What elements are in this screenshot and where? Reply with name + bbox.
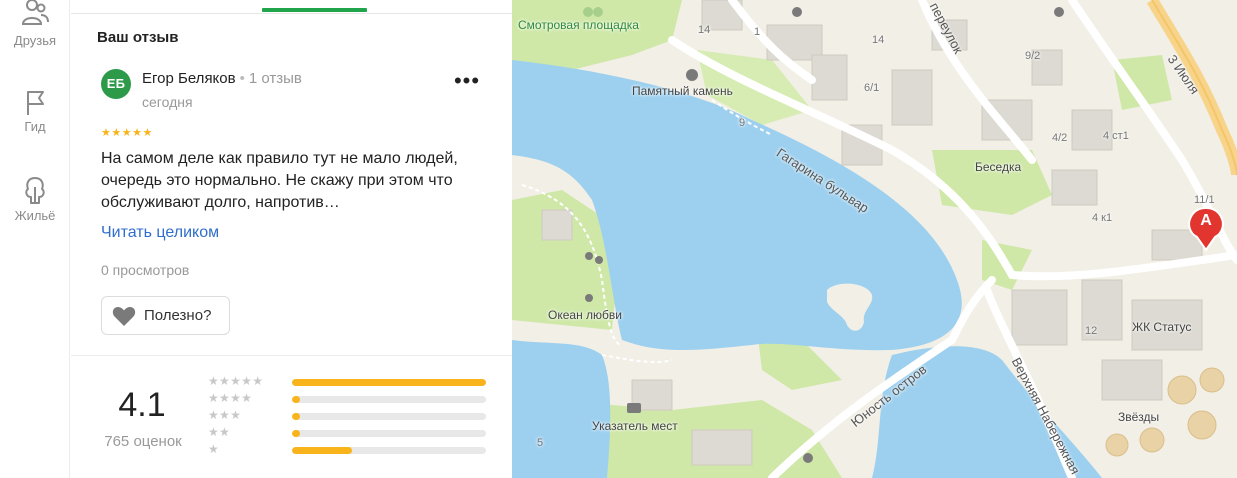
house-number: 14	[698, 24, 711, 36]
flag-icon	[27, 91, 44, 115]
review-panel: Ваш отзыв ЕБ Егор Беляков • 1 отзыв сегодн…	[71, 0, 512, 478]
map[interactable]: Смотровая площадка Памятный камень Гагар…	[512, 0, 1237, 478]
useful-label: Полезно?	[144, 307, 212, 324]
distribution-bar-track	[292, 447, 486, 454]
active-tab-indicator	[262, 8, 367, 12]
map-label-memorial-stone[interactable]: Памятный камень	[632, 84, 733, 98]
rail-item-guide[interactable]: Гид	[0, 90, 70, 134]
rail-item-housing[interactable]: Жильё	[0, 175, 70, 223]
house-number: 9	[739, 117, 746, 129]
review-stars: ★★★★★	[101, 127, 153, 139]
tab-bar	[71, 0, 512, 14]
location-marker[interactable]: A	[1187, 206, 1225, 252]
map-label-viewpoint[interactable]: Смотровая площадка	[518, 18, 639, 32]
distribution-stars: ★★★★	[208, 391, 253, 405]
map-label-zk-status[interactable]: ЖК Статус	[1132, 320, 1191, 334]
rail-label-guide: Гид	[24, 119, 46, 134]
house-number: 1	[754, 26, 761, 38]
read-more-link[interactable]: Читать целиком	[101, 224, 219, 242]
rating-count: 765 оценок	[104, 433, 182, 450]
house-number: 11/1	[1194, 194, 1215, 206]
rail-item-friends[interactable]: Друзья	[0, 0, 70, 48]
map-label-signpost[interactable]: Указатель мест	[592, 419, 678, 433]
map-label-gazebo[interactable]: Беседка	[975, 160, 1021, 174]
house-number: 9/2	[1025, 50, 1041, 62]
rail-label-friends: Друзья	[13, 33, 57, 48]
house-number: 12	[1085, 325, 1098, 337]
review-date: сегодня	[142, 94, 193, 110]
author-review-count: 1 отзыв	[248, 70, 302, 87]
map-label-ocean[interactable]: Океан любви	[548, 308, 622, 322]
rating-value: 4.1	[118, 386, 166, 424]
house-number: 6/1	[864, 82, 880, 94]
map-label-stars[interactable]: Звёзды	[1118, 410, 1159, 424]
distribution-bar-track	[292, 430, 486, 437]
views-count: 0 просмотров	[101, 262, 190, 278]
distribution-bar-fill	[292, 447, 353, 454]
author-name[interactable]: Егор Беляков	[142, 70, 236, 87]
marker-letter: A	[1200, 212, 1212, 229]
section-title: Ваш отзыв	[97, 29, 179, 46]
distribution-stars: ★	[208, 442, 220, 456]
house-number: 4 к1	[1092, 212, 1113, 224]
distribution-bar-fill	[292, 379, 486, 386]
distribution-bar-track	[292, 396, 486, 403]
useful-button[interactable]: Полезно?	[101, 296, 230, 335]
distribution-bar-track	[292, 379, 486, 386]
more-options-button[interactable]: •••	[453, 70, 481, 98]
house-number: 14	[872, 34, 885, 46]
avatar[interactable]: ЕБ	[101, 69, 131, 99]
house-number: 5	[537, 437, 544, 449]
review-author: Егор Беляков • 1 отзыв	[142, 70, 302, 87]
house-number: 4 ст1	[1103, 130, 1129, 142]
heart-icon	[112, 306, 136, 326]
house-number: 4/2	[1052, 132, 1068, 144]
distribution-bar-fill	[292, 430, 300, 437]
distribution-stars: ★★★	[208, 408, 242, 422]
rail-label-housing: Жильё	[14, 208, 56, 223]
distribution-stars: ★★★★★	[208, 374, 264, 388]
distribution-bar-track	[292, 413, 486, 420]
left-rail: Друзья Гид Жильё	[0, 0, 70, 478]
friends-icon	[21, 0, 49, 25]
review-text: На самом деле как правило тут не мало лю…	[101, 150, 458, 211]
divider	[71, 355, 512, 356]
housing-icon	[25, 177, 45, 204]
distribution-stars: ★★	[208, 425, 231, 439]
separator-dot: •	[239, 70, 245, 87]
distribution-bar-fill	[292, 413, 300, 420]
distribution-bar-fill	[292, 396, 300, 403]
